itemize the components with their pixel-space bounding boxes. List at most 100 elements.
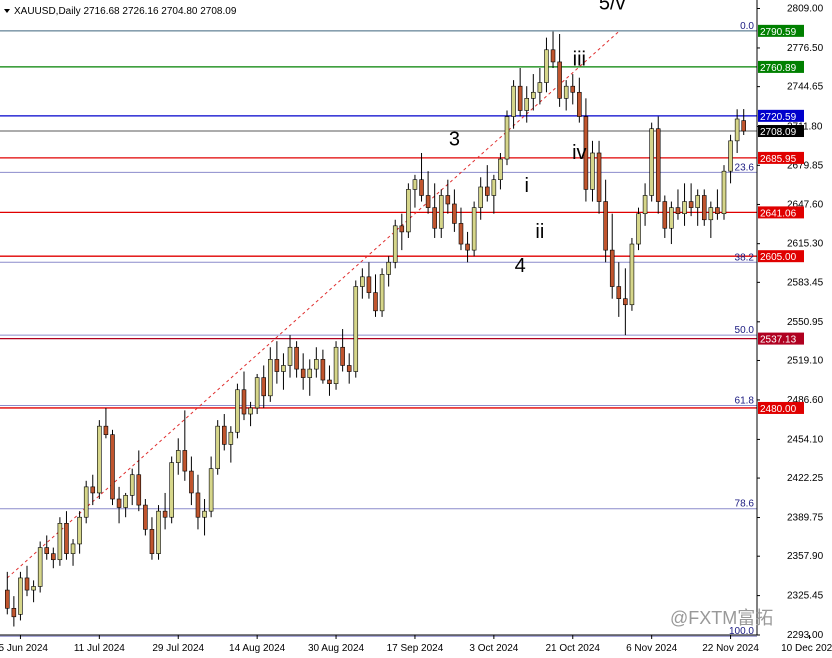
candle-body (235, 389, 240, 433)
y-tick-label-1: 2776.50 (787, 43, 824, 54)
candle-body (5, 589, 10, 609)
candle-body (228, 431, 234, 445)
candle-body (340, 346, 345, 366)
candle-59 (392, 219, 398, 269)
candle-body (642, 195, 648, 214)
candle-98 (649, 122, 654, 202)
candle-body (294, 346, 299, 370)
candle-body (386, 261, 391, 275)
candle-57 (379, 268, 385, 317)
price-tag-1: 2760.89 (760, 63, 797, 74)
candle-body (537, 82, 543, 93)
candle-body (314, 359, 319, 370)
candle-body (51, 553, 56, 561)
candle-body (701, 195, 707, 221)
candle-38 (254, 373, 260, 415)
candle-body (11, 607, 17, 618)
candle-body (169, 462, 174, 518)
candle-body (524, 98, 530, 111)
y-tick-label-8: 2550.95 (787, 317, 824, 328)
wave-label-3: iv (572, 142, 586, 164)
candle-body (682, 201, 687, 214)
x-tick-label-4: 30 Aug 2024 (308, 643, 365, 654)
candle-body (123, 495, 128, 508)
candle-body (162, 510, 168, 518)
candle-body (721, 170, 727, 214)
y-tick-label-12: 2422.25 (787, 473, 824, 484)
candle-body (37, 547, 43, 587)
candle-body (590, 152, 595, 190)
price-chart: 0.023.638.250.061.878.6100.0 5/viii3ivii… (0, 0, 832, 658)
candle-body (629, 243, 635, 306)
price-tag-4: 2685.95 (760, 154, 797, 165)
wave-label-4: i (525, 175, 529, 197)
candle-95 (629, 237, 635, 311)
candle-body (143, 504, 148, 530)
candle-body (636, 213, 641, 245)
candle-body (360, 276, 365, 287)
wave-label-1: iii (573, 49, 586, 71)
candle-body (662, 201, 668, 229)
candle-body (596, 152, 602, 202)
candle-body (438, 195, 444, 229)
candle-body (149, 529, 155, 554)
candle-body (300, 368, 306, 378)
candle-body (609, 249, 615, 287)
candle-body (24, 577, 30, 591)
candle-body (379, 274, 385, 312)
price-tag-0: 2790.59 (760, 27, 797, 38)
candle-body (675, 207, 681, 214)
price-tag-2: 2720.59 (760, 112, 797, 123)
watermark: @FXTM富拓 (670, 608, 773, 628)
candle-99 (655, 116, 661, 214)
candle-body (392, 225, 398, 263)
candle-body (156, 510, 161, 554)
candle-body (708, 207, 714, 221)
candle-body (728, 140, 733, 172)
candle-body (623, 298, 628, 306)
candle-body (399, 225, 405, 233)
candle-71 (471, 201, 477, 257)
candle-14 (97, 420, 102, 500)
candle-body (346, 365, 352, 372)
candle-body (353, 286, 359, 372)
candle-body (669, 207, 674, 229)
y-tick-label-6: 2615.30 (787, 239, 824, 250)
fib-label-2: 38.2 (735, 252, 755, 263)
candle-body (425, 195, 431, 208)
candle-109 (721, 165, 727, 220)
candle-body (616, 286, 622, 299)
wave-label-5: ii (535, 221, 544, 243)
candle-body (498, 158, 503, 180)
y-tick-label-13: 2389.75 (787, 513, 824, 524)
candle-body (268, 359, 273, 397)
candle-5 (37, 541, 43, 593)
candle-body (129, 474, 135, 496)
fib-label-4: 61.8 (735, 396, 755, 407)
fib-label-3: 50.0 (735, 325, 755, 336)
candle-body (511, 85, 516, 117)
candle-body (281, 365, 286, 372)
candle-23 (156, 505, 161, 560)
candle-body (577, 91, 582, 117)
candle-96 (636, 207, 641, 251)
candle-body (110, 434, 115, 500)
candle-body (261, 377, 266, 397)
candle-body (570, 85, 576, 93)
candle-body (557, 61, 562, 99)
fib-label-5: 78.6 (735, 499, 755, 510)
y-tick-label-14: 2357.90 (787, 551, 824, 562)
candle-50 (333, 341, 339, 390)
candle-2 (18, 571, 23, 621)
candle-body (504, 116, 510, 160)
price-tag-5: 2641.06 (760, 208, 797, 219)
candle-body (57, 522, 63, 561)
wave-label-2: 3 (449, 129, 460, 151)
wave-label-0: 5/v (599, 0, 626, 15)
price-tag-8: 2480.00 (760, 404, 797, 415)
candle-body (320, 359, 326, 381)
candle-body (215, 425, 220, 469)
x-tick-label-3: 14 Aug 2024 (229, 643, 286, 654)
candle-body (70, 543, 76, 554)
candle-body (103, 425, 109, 435)
